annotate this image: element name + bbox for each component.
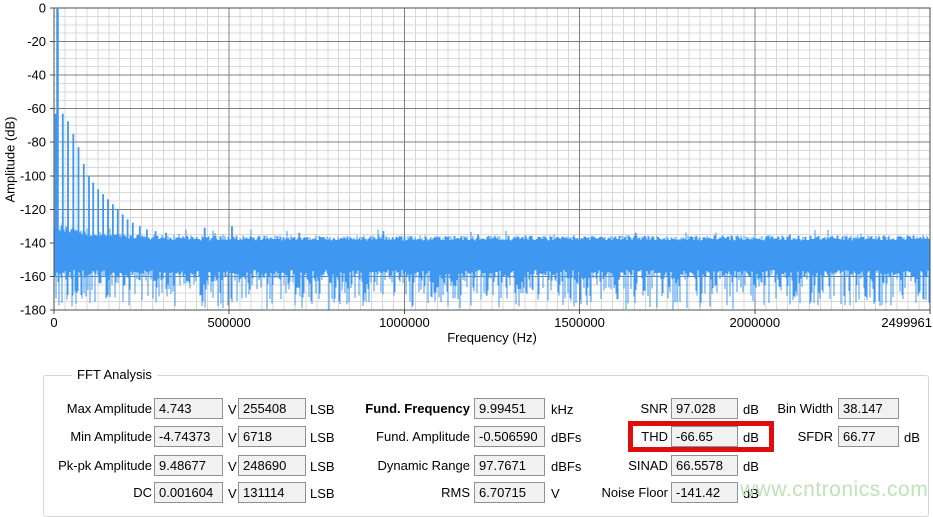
x-tick-label: 1500000 bbox=[554, 315, 605, 330]
sinad-label: SINAD bbox=[558, 455, 668, 476]
bin-width-label: Bin Width bbox=[730, 398, 833, 419]
y-tick-label: -40 bbox=[27, 68, 46, 83]
rms-label: RMS bbox=[350, 482, 470, 503]
fund-frequency-label: Fund. Frequency bbox=[350, 398, 470, 419]
max-amplitude-volts-unit: V bbox=[228, 398, 237, 419]
bin-width-field[interactable]: 38.147 bbox=[838, 398, 899, 419]
max-amplitude-lsb-unit: LSB bbox=[310, 398, 335, 419]
y-tick-label: -60 bbox=[27, 101, 46, 116]
pkpk-amplitude-volts-field[interactable]: 9.48677 bbox=[154, 455, 223, 476]
thd-field[interactable]: -66.65 bbox=[671, 426, 738, 447]
dc-label: DC bbox=[38, 482, 152, 503]
y-axis-title: Amplitude (dB) bbox=[3, 9, 20, 311]
pkpk-amplitude-label: Pk-pk Amplitude bbox=[38, 455, 152, 476]
y-tick-label: -20 bbox=[27, 34, 46, 49]
min-amplitude-lsb-unit: LSB bbox=[310, 426, 335, 447]
thd-label: THD bbox=[558, 426, 668, 447]
max-amplitude-lsb-field[interactable]: 255408 bbox=[238, 398, 306, 419]
y-tick-label: -160 bbox=[20, 269, 46, 284]
max-amplitude-volts-field[interactable]: 4.743 bbox=[154, 398, 223, 419]
fft-spectrum-svg: 0 -20 -40 -60 -80 -100 -120 -140 -160 -180 0 500000… bbox=[0, 0, 933, 356]
sinad-unit: dB bbox=[743, 455, 759, 476]
x-tick-label: 1000000 bbox=[379, 315, 430, 330]
sfdr-field[interactable]: 66.77 bbox=[838, 426, 899, 447]
dc-lsb-unit: LSB bbox=[310, 482, 335, 503]
x-tick-label: 0 bbox=[50, 315, 57, 330]
y-tick-label: -120 bbox=[20, 202, 46, 217]
dynamic-range-field[interactable]: 97.7671 bbox=[474, 455, 545, 476]
sfdr-label: SFDR bbox=[730, 426, 833, 447]
pkpk-amplitude-lsb-unit: LSB bbox=[310, 455, 335, 476]
dc-volts-unit: V bbox=[228, 482, 237, 503]
fund-frequency-field[interactable]: 9.99451 bbox=[474, 398, 545, 419]
watermark-text: www.cntronics.com bbox=[740, 478, 928, 502]
noise-floor-field[interactable]: -141.42 bbox=[671, 482, 738, 503]
y-tick-label: -180 bbox=[20, 303, 46, 318]
x-tick-label: 2499961 bbox=[881, 315, 932, 330]
x-axis-title: Frequency (Hz) bbox=[54, 330, 930, 345]
pkpk-amplitude-lsb-field[interactable]: 248690 bbox=[238, 455, 306, 476]
fund-amplitude-label: Fund. Amplitude bbox=[350, 426, 470, 447]
snr-label: SNR bbox=[558, 398, 668, 419]
min-amplitude-volts-field[interactable]: -4.74373 bbox=[154, 426, 223, 447]
x-tick-label: 500000 bbox=[208, 315, 251, 330]
min-amplitude-volts-unit: V bbox=[228, 426, 237, 447]
dc-lsb-field[interactable]: 131114 bbox=[238, 482, 306, 503]
sfdr-unit: dB bbox=[904, 426, 920, 447]
fft-analysis-title: FFT Analysis bbox=[72, 367, 157, 383]
x-tick-label: 2000000 bbox=[729, 315, 780, 330]
pkpk-amplitude-volts-unit: V bbox=[228, 455, 237, 476]
min-amplitude-label: Min Amplitude bbox=[38, 426, 152, 447]
sinad-field[interactable]: 66.5578 bbox=[671, 455, 738, 476]
noise-floor-label: Noise Floor bbox=[558, 482, 668, 503]
dc-volts-field[interactable]: 0.001604 bbox=[154, 482, 223, 503]
min-amplitude-lsb-field[interactable]: 6718 bbox=[238, 426, 306, 447]
y-tick-label: -80 bbox=[27, 135, 46, 150]
max-amplitude-label: Max Amplitude bbox=[38, 398, 152, 419]
y-tick-label: -140 bbox=[20, 235, 46, 250]
dynamic-range-label: Dynamic Range bbox=[350, 455, 470, 476]
y-tick-label: -100 bbox=[20, 168, 46, 183]
fund-amplitude-field[interactable]: -0.506590 bbox=[474, 426, 545, 447]
snr-field[interactable]: 97.028 bbox=[671, 398, 738, 419]
rms-field[interactable]: 6.70715 bbox=[474, 482, 545, 503]
y-tick-label: 0 bbox=[39, 1, 46, 16]
fft-spectrum-chart: 0 -20 -40 -60 -80 -100 -120 -140 -160 -180 0 500000… bbox=[0, 0, 933, 356]
